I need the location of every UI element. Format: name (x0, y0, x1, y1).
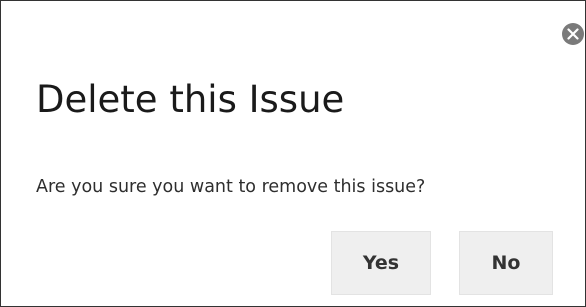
delete-issue-dialog: Delete this Issue Are you sure you want … (0, 0, 586, 307)
close-icon (567, 28, 579, 40)
dialog-message: Are you sure you want to remove this iss… (36, 177, 426, 197)
close-button[interactable] (562, 23, 584, 45)
no-button[interactable]: No (459, 231, 553, 295)
yes-button[interactable]: Yes (331, 231, 431, 295)
dialog-title: Delete this Issue (36, 78, 345, 121)
